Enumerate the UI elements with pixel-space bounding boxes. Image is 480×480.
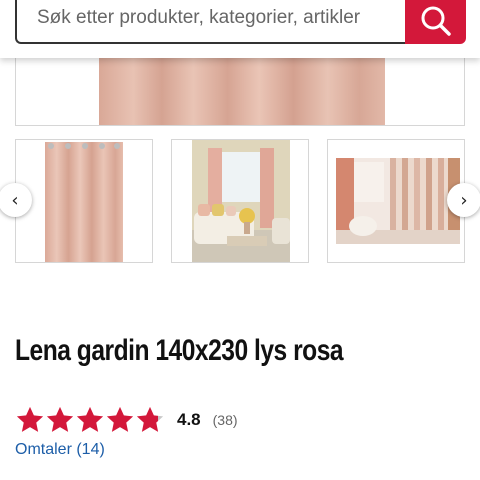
- search-box[interactable]: [15, 0, 409, 44]
- thumbnail-1[interactable]: [15, 139, 153, 263]
- rating-stars: [15, 405, 165, 435]
- rating-count: (38): [212, 412, 238, 428]
- main-product-image[interactable]: [15, 56, 465, 126]
- chevron-left-icon: ‹: [11, 189, 19, 211]
- star-icon: [106, 406, 134, 432]
- thumbnail-3[interactable]: [327, 139, 465, 263]
- star-icon: [16, 406, 44, 432]
- curtain-product-image: [45, 142, 123, 262]
- living-room-scene-image: [192, 140, 290, 262]
- search-input[interactable]: [35, 6, 409, 30]
- chevron-right-icon: ›: [460, 189, 468, 211]
- gallery-next-button[interactable]: ›: [447, 183, 480, 217]
- search-button[interactable]: [405, 0, 466, 44]
- star-icon: [46, 406, 74, 432]
- product-title: Lena gardin 140x230 lys rosa: [15, 334, 344, 367]
- star-icon: [76, 406, 104, 432]
- site-header: [0, 0, 480, 58]
- rating-value: 4.8: [177, 410, 201, 429]
- bright-room-scene-image: [336, 158, 460, 244]
- star-icon: [136, 406, 164, 432]
- search-icon: [421, 6, 451, 36]
- thumbnail-2[interactable]: [171, 139, 309, 263]
- product-rating: 4.8 (38): [15, 404, 238, 436]
- reviews-link[interactable]: Omtaler (14): [15, 441, 105, 459]
